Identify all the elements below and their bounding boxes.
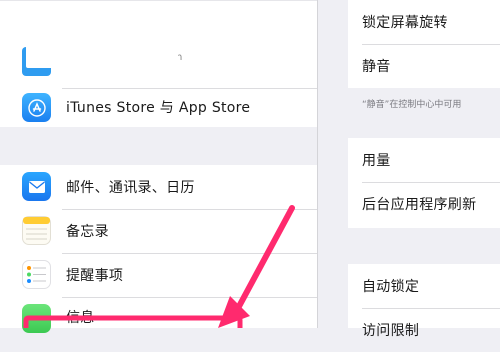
messages-row[interactable]: 信息 bbox=[0, 297, 318, 341]
notes-label: 备忘录 bbox=[66, 224, 109, 240]
auto-lock-row[interactable]: 自动锁定 bbox=[348, 264, 500, 308]
background-refresh-row[interactable]: 后台应用程序刷新 bbox=[348, 182, 500, 226]
mail-contacts-calendar-row[interactable]: 邮件、通讯录、日历 bbox=[0, 165, 318, 209]
itunes-store-row[interactable]: iTunes Store 与 App Store bbox=[0, 86, 318, 128]
auto-lock-label: 自动锁定 bbox=[362, 279, 420, 295]
reminders-row[interactable]: 提醒事项 bbox=[0, 253, 318, 297]
redaction-overlay-top bbox=[26, 26, 178, 36]
lock-mute-group: 锁定屏幕旋转 静音 bbox=[348, 0, 500, 88]
itunes-store-label: iTunes Store 与 App Store bbox=[66, 100, 251, 116]
apps-group: 邮件、通讯录、日历 备忘录 提醒事项 信息 bbox=[0, 165, 318, 333]
account-group: n iTunes Store 与 App Store bbox=[0, 0, 318, 127]
usage-group: 用量 后台应用程序刷新 bbox=[348, 138, 500, 228]
background-refresh-label: 后台应用程序刷新 bbox=[362, 197, 477, 213]
restrictions-row[interactable]: 访问限制 bbox=[348, 308, 500, 352]
usage-row[interactable]: 用量 bbox=[348, 138, 500, 182]
usage-label: 用量 bbox=[362, 153, 391, 169]
messages-label: 信息 bbox=[66, 310, 95, 326]
lock-restrictions-group: 自动锁定 访问限制 bbox=[348, 264, 500, 339]
reminders-label: 提醒事项 bbox=[66, 268, 124, 284]
mute-label: 静音 bbox=[362, 59, 391, 75]
reminders-icon bbox=[22, 260, 51, 289]
settings-sidebar: n iTunes Store 与 App Store 邮件、通讯录、日历 备忘录… bbox=[0, 0, 318, 333]
lock-rotation-label: 锁定屏幕旋转 bbox=[362, 15, 448, 31]
notes-icon bbox=[22, 216, 51, 245]
mail-label: 邮件、通讯录、日历 bbox=[66, 180, 195, 196]
detail-pane: 锁定屏幕旋转 静音 “静音”在控制中心中可用 用量 后台应用程序刷新 自动锁定 … bbox=[318, 0, 500, 339]
messages-icon bbox=[22, 304, 51, 333]
app-store-icon bbox=[22, 93, 51, 122]
mute-row[interactable]: 静音 bbox=[348, 44, 500, 88]
lock-rotation-row[interactable]: 锁定屏幕旋转 bbox=[348, 0, 500, 44]
restrictions-label: 访问限制 bbox=[362, 323, 420, 339]
notes-row[interactable]: 备忘录 bbox=[0, 209, 318, 253]
mute-footnote: “静音”在控制中心中可用 bbox=[362, 100, 462, 110]
mail-icon bbox=[22, 172, 51, 201]
redaction-overlay bbox=[26, 34, 178, 68]
